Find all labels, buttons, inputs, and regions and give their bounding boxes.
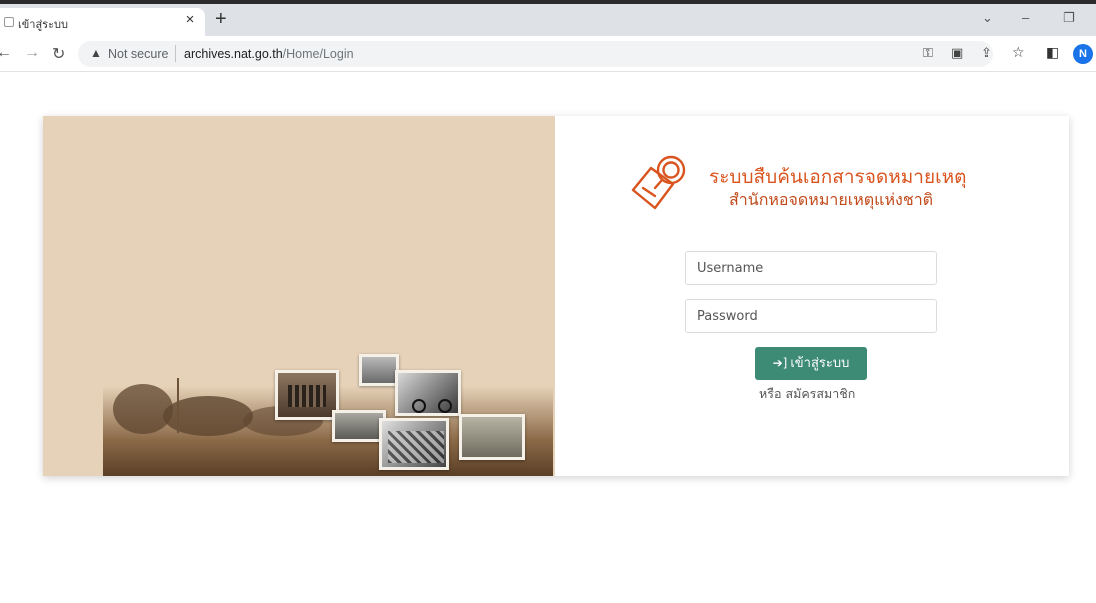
url-text[interactable]: archives.nat.go.th/Home/Login <box>184 47 354 61</box>
login-panel: ระบบสืบค้นเอกสารจดหมายเหตุ สำนักหอจดหมาย… <box>555 116 1069 476</box>
new-tab-button[interactable]: + <box>215 8 227 31</box>
back-arrow-icon[interactable]: ← <box>0 44 12 62</box>
browser-window: เข้าสู่ระบบ × + ⌄ – ❐ ← → ↻ ▲ Not secure… <box>0 4 1096 603</box>
username-input[interactable] <box>685 251 937 285</box>
sign-in-icon: ➔] <box>772 356 788 370</box>
forward-arrow-icon[interactable]: → <box>24 44 40 62</box>
browser-tab[interactable]: เข้าสู่ระบบ × <box>0 8 205 36</box>
minimize-icon[interactable]: – <box>1022 10 1029 25</box>
hero-image <box>43 116 555 476</box>
archive-photo <box>359 354 399 386</box>
security-label[interactable]: Not secure <box>108 47 168 61</box>
url-path: /Home/Login <box>282 47 354 61</box>
favicon-icon <box>4 17 14 27</box>
url-host: archives.nat.go.th <box>184 47 283 61</box>
reload-icon[interactable]: ↻ <box>52 44 65 64</box>
archive-photo <box>379 418 449 470</box>
archive-photo <box>459 414 525 460</box>
archive-photo <box>395 370 461 416</box>
warning-icon[interactable]: ▲ <box>90 46 102 60</box>
key-icon[interactable]: ⚿ <box>923 45 933 61</box>
login-button[interactable]: ➔] เข้าสู่ระบบ <box>755 347 867 380</box>
side-panel-icon[interactable]: ◧ <box>1046 44 1059 61</box>
register-prompt: หรือ สมัครสมาชิก <box>759 384 855 404</box>
bookmark-star-icon[interactable]: ☆ <box>1012 44 1025 61</box>
translate-icon[interactable]: ▣ <box>951 45 963 61</box>
browser-toolbar: ← → ↻ ▲ Not secure archives.nat.go.th/Ho… <box>0 36 1096 72</box>
tab-close-icon[interactable]: × <box>182 11 198 28</box>
register-link[interactable]: สมัครสมาชิก <box>785 386 855 401</box>
site-subtitle: สำนักหอจดหมายเหตุแห่งชาติ <box>729 190 934 209</box>
login-button-label: เข้าสู่ระบบ <box>790 356 850 371</box>
or-label: หรือ <box>759 386 782 401</box>
divider <box>175 45 176 62</box>
share-icon[interactable]: ⇪ <box>981 45 992 61</box>
restore-icon[interactable]: ❐ <box>1063 10 1075 26</box>
tab-title: เข้าสู่ระบบ <box>18 18 68 31</box>
tab-search-icon[interactable]: ⌄ <box>982 10 993 26</box>
search-logo-icon <box>631 155 686 210</box>
password-input[interactable] <box>685 299 937 333</box>
tab-strip: เข้าสู่ระบบ × + ⌄ – ❐ <box>0 4 1096 36</box>
hero-pole <box>177 378 179 433</box>
archive-photo <box>332 410 386 442</box>
hero-tree <box>113 384 173 434</box>
archive-photo <box>275 370 339 420</box>
login-card: ระบบสืบค้นเอกสารจดหมายเหตุ สำนักหอจดหมาย… <box>43 116 1069 476</box>
profile-avatar[interactable]: N <box>1073 44 1093 64</box>
page-content: ระบบสืบค้นเอกสารจดหมายเหตุ สำนักหอจดหมาย… <box>0 73 1096 603</box>
address-bar[interactable]: ▲ Not secure archives.nat.go.th/Home/Log… <box>78 41 993 67</box>
